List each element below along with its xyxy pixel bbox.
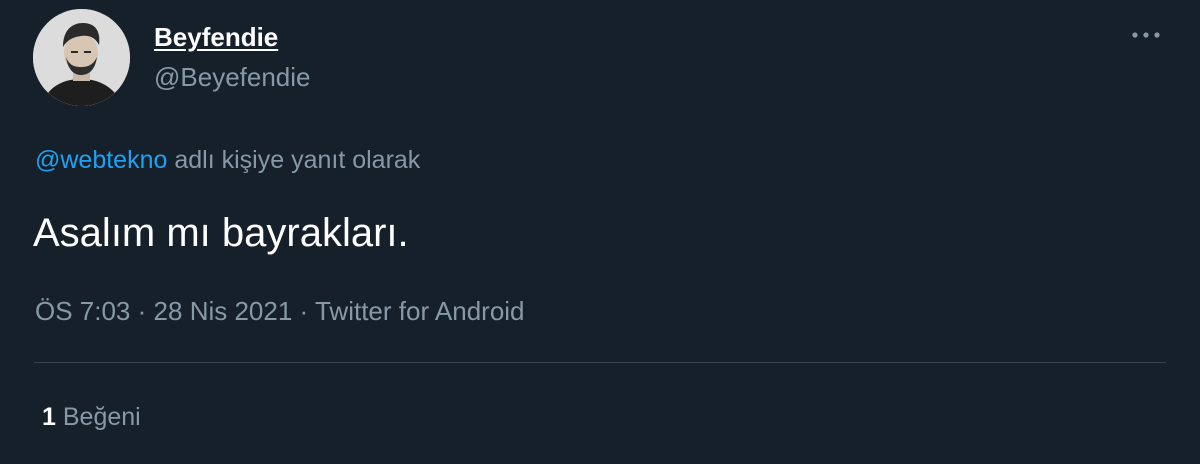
meta-separator: · [137,296,147,326]
likes-count: 1 [42,403,56,431]
tweet-source[interactable]: Twitter for Android [315,296,525,326]
meta-separator: · [299,296,309,326]
reply-mention-link[interactable]: @webtekno [35,146,167,174]
tweet-meta: ÖS 7:03 · 28 Nis 2021 · Twitter for Andr… [35,296,525,327]
tweet-text: Asalım mı bayrakları. [33,211,409,255]
tweet-date[interactable]: 28 Nis 2021 [154,296,293,326]
author-display-name[interactable]: Beyfendie [154,22,278,53]
likes-link[interactable]: 1 Beğeni [42,403,141,432]
divider [34,362,1166,363]
author-handle[interactable]: @Beyefendie [154,62,311,93]
avatar[interactable] [33,9,130,106]
more-options-button[interactable] [1126,20,1166,50]
tweet-time[interactable]: ÖS 7:03 [35,296,130,326]
likes-label: Beğeni [62,403,141,431]
reply-context: @webtekno adlı kişiye yanıt olarak [35,146,420,175]
reply-context-text: adlı kişiye yanıt olarak [174,146,421,174]
user-avatar-image [33,9,130,106]
tweet-card: Beyfendie @Beyefendie @webtekno adlı kiş… [0,0,1200,464]
more-horizontal-icon [1132,32,1160,38]
